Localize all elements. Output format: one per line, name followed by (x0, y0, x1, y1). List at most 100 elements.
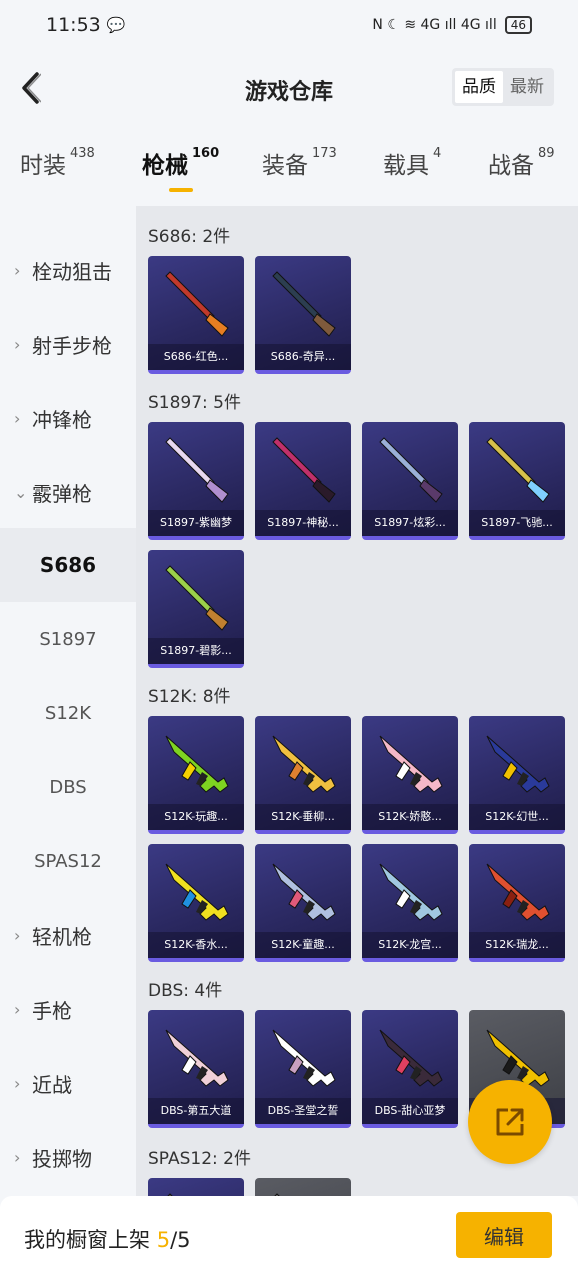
weapon-card[interactable]: S12K-垂柳... (255, 716, 351, 834)
tab-label: 装备 (262, 153, 308, 179)
tab-vehicles[interactable]: 载具 4 (383, 146, 441, 180)
sidebar-item-shotgun[interactable]: ⌄ 霰弹枪 (0, 455, 136, 529)
weapon-card-label: S12K-龙宫... (362, 932, 458, 958)
sort-newest-button[interactable]: 最新 (503, 71, 551, 103)
weapon-image (167, 1193, 173, 1196)
share-button[interactable] (468, 1080, 552, 1164)
sidebar-item-label: 手枪 (32, 998, 72, 1023)
tab-active-indicator (169, 188, 193, 192)
weapon-card-label: S12K-童趣... (255, 932, 351, 958)
chevron-right-icon: › (14, 999, 21, 1019)
chevron-right-icon: › (14, 260, 21, 280)
weapon-card[interactable]: DBS-第五大道 (148, 1010, 244, 1128)
weapon-card[interactable]: DBS-甜心亚梦 (362, 1010, 458, 1128)
sidebar-item-throwables[interactable]: › 投掷物 (0, 1120, 136, 1194)
share-external-icon (496, 1108, 524, 1136)
group-title: SPAS12: 2件 (148, 1149, 251, 1169)
weapon-card-label: S1897-碧影... (148, 638, 244, 664)
category-tabs: 时装 438 枪械 160 装备 173 载具 4 战备 89 (0, 146, 578, 196)
showcase-label: 我的橱窗上架 5/5 (24, 1224, 191, 1254)
weapon-image (165, 437, 229, 503)
sidebar-item-pistol[interactable]: › 手枪 (0, 972, 136, 1046)
showcase-total: /5 (170, 1228, 191, 1252)
weapon-image (379, 1029, 443, 1087)
tab-label: 战备 (488, 153, 534, 179)
weapon-image (272, 437, 336, 503)
chevron-right-icon: › (14, 925, 21, 945)
tab-weapons[interactable]: 枪械 160 (142, 146, 219, 192)
weapon-image (272, 735, 336, 793)
weapon-card[interactable]: S12K-龙宫... (362, 844, 458, 962)
weapon-card-label: DBS-圣堂之誓 (255, 1098, 351, 1124)
wechat-icon: 💬 (106, 16, 126, 34)
sidebar-item-smg[interactable]: › 冲锋枪 (0, 381, 136, 455)
tab-equipment[interactable]: 装备 173 (262, 146, 337, 180)
sidebar-item-marksman-rifle[interactable]: › 射手步枪 (0, 307, 136, 381)
weapon-card[interactable]: S12K-瑞龙... (469, 844, 565, 962)
sidebar-sub-spas12[interactable]: SPAS12 (0, 824, 136, 898)
sort-quality-button[interactable]: 品质 (455, 71, 503, 103)
weapon-card-label: S12K-香水... (148, 932, 244, 958)
weapon-card-label: S12K-玩趣... (148, 804, 244, 830)
weapon-card-label: S1897-紫幽梦 (148, 510, 244, 536)
sort-toggle: 品质 最新 (452, 68, 554, 106)
weapon-card-label: S686-红色... (148, 344, 244, 370)
weapon-card[interactable] (148, 1178, 244, 1196)
weapon-card[interactable]: S686-红色... (148, 256, 244, 374)
weapon-card[interactable]: S12K-幻世... (469, 716, 565, 834)
tab-supplies[interactable]: 战备 89 (488, 146, 555, 180)
weapon-card[interactable]: S12K-香水... (148, 844, 244, 962)
sidebar-sub-s1897[interactable]: S1897 (0, 602, 136, 676)
tab-count: 173 (312, 146, 337, 161)
weapon-image (272, 271, 336, 337)
showcase-bar: 我的橱窗上架 5/5 编辑 (0, 1196, 578, 1280)
weapon-grid: S686: 2件 S686-红色... S686-奇异... S1897: 5件 S18… (136, 206, 578, 1196)
chevron-down-icon: ⌄ (14, 482, 28, 502)
showcase-text: 我的橱窗上架 (24, 1228, 150, 1252)
sidebar-item-bolt-sniper[interactable]: › 栓动狙击 (0, 233, 136, 307)
sidebar-item-lmg[interactable]: › 轻机枪 (0, 898, 136, 972)
weapon-card-label: S686-奇异... (255, 344, 351, 370)
weapon-image (379, 863, 443, 921)
weapon-card[interactable]: S686-奇异... (255, 256, 351, 374)
sidebar-sub-s12k[interactable]: S12K (0, 676, 136, 750)
battery-icon: 46 (504, 16, 532, 34)
chevron-right-icon: › (14, 334, 21, 354)
sidebar-item-label: 栓动狙击 (32, 259, 112, 284)
weapon-card[interactable]: S12K-娇憨... (362, 716, 458, 834)
edit-button[interactable]: 编辑 (456, 1212, 552, 1258)
tab-fashion[interactable]: 时装 438 (20, 146, 95, 180)
tab-count: 89 (538, 146, 555, 161)
weapon-card[interactable]: S1897-紫幽梦 (148, 422, 244, 540)
weapon-card[interactable]: S12K-童趣... (255, 844, 351, 962)
sidebar-sub-dbs[interactable]: DBS (0, 750, 136, 824)
weapon-image (272, 1029, 336, 1087)
weapon-card-label: S12K-幻世... (469, 804, 565, 830)
weapon-card[interactable]: S1897-碧影... (148, 550, 244, 668)
tab-label: 枪械 (142, 153, 188, 179)
status-time: 11:53 (46, 14, 101, 36)
weapon-card[interactable]: S1897-炫彩... (362, 422, 458, 540)
weapon-card[interactable]: S1897-飞驰... (469, 422, 565, 540)
group-title: DBS: 4件 (148, 981, 223, 1001)
weapon-card-label: DBS-第五大道 (148, 1098, 244, 1124)
weapon-card-label: S1897-飞驰... (469, 510, 565, 536)
sidebar-item-melee[interactable]: › 近战 (0, 1046, 136, 1120)
sidebar-item-label: 投掷物 (32, 1146, 92, 1171)
sidebar-item-label: 射手步枪 (32, 333, 112, 358)
weapon-image (379, 437, 443, 503)
weapon-card[interactable]: S1897-神秘... (255, 422, 351, 540)
weapon-image (379, 735, 443, 793)
signal-icons: N ☾ ≋ 4G ıll 4G ıll (372, 17, 497, 33)
weapon-card-label: S12K-瑞龙... (469, 932, 565, 958)
sidebar-item-label: 霰弹枪 (32, 481, 92, 506)
tab-count: 4 (433, 146, 442, 161)
tab-label: 载具 (383, 153, 429, 179)
group-title: S1897: 5件 (148, 393, 242, 413)
weapon-card[interactable]: DBS-圣堂之誓 (255, 1010, 351, 1128)
weapon-card[interactable] (255, 1178, 351, 1196)
weapon-card[interactable]: S12K-玩趣... (148, 716, 244, 834)
showcase-count: 5 (156, 1228, 171, 1252)
weapon-type-sidebar: › 栓动狙击 › 射手步枪 › 冲锋枪 ⌄ 霰弹枪 S686 S1897 S12K DB… (0, 206, 136, 1196)
sidebar-sub-s686[interactable]: S686 (0, 528, 136, 602)
